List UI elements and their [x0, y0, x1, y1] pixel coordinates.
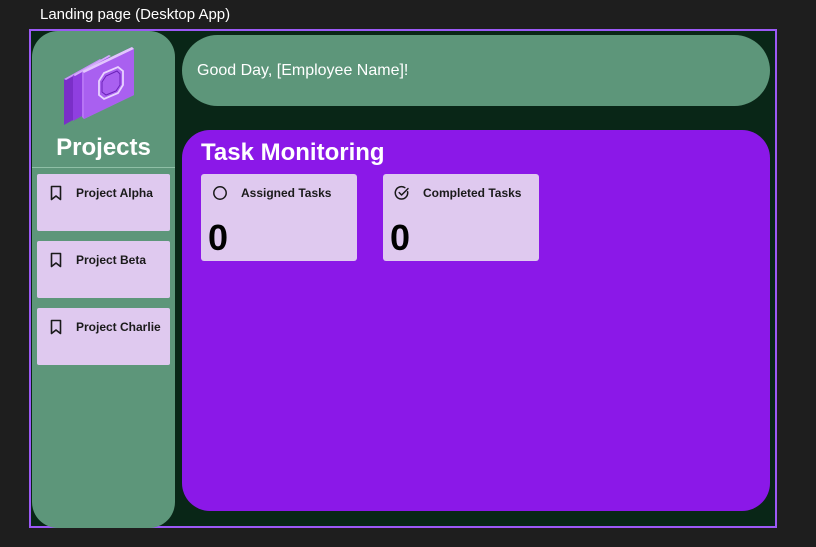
- sidebar-item-project-beta[interactable]: Project Beta: [37, 241, 170, 298]
- assigned-tasks-card[interactable]: Assigned Tasks 0: [201, 174, 357, 261]
- greeting-banner: Good Day, [Employee Name]!: [182, 35, 770, 106]
- circle-icon: [213, 186, 227, 200]
- task-monitoring-panel: Task Monitoring Assigned Tasks 0 Complet…: [182, 130, 770, 511]
- completed-tasks-count: 0: [390, 217, 411, 258]
- greeting-text: Good Day, [Employee Name]!: [197, 62, 409, 79]
- sidebar-title: Projects: [56, 134, 151, 161]
- sidebar-divider: [32, 167, 175, 168]
- sidebar: Projects Project Alpha Project Beta Proj…: [32, 31, 175, 528]
- completed-tasks-label: Completed Tasks: [423, 186, 522, 200]
- sidebar-item-label: Project Charlie: [76, 320, 161, 334]
- bookmark-icon: [50, 319, 62, 335]
- stacked-documents-icon: [64, 47, 134, 125]
- sidebar-item-label: Project Beta: [76, 253, 147, 267]
- bookmark-icon: [50, 185, 62, 201]
- check-circle-icon: [394, 185, 409, 200]
- sidebar-item-project-alpha[interactable]: Project Alpha: [37, 174, 170, 231]
- assigned-tasks-label: Assigned Tasks: [241, 186, 332, 200]
- assigned-tasks-count: 0: [208, 217, 229, 258]
- sidebar-item-project-charlie[interactable]: Project Charlie: [37, 308, 170, 365]
- frame-title: Landing page (Desktop App): [40, 6, 231, 23]
- completed-tasks-card[interactable]: Completed Tasks 0: [383, 174, 539, 261]
- task-monitoring-title: Task Monitoring: [201, 139, 385, 166]
- sidebar-item-label: Project Alpha: [76, 186, 153, 200]
- bookmark-icon: [50, 252, 62, 268]
